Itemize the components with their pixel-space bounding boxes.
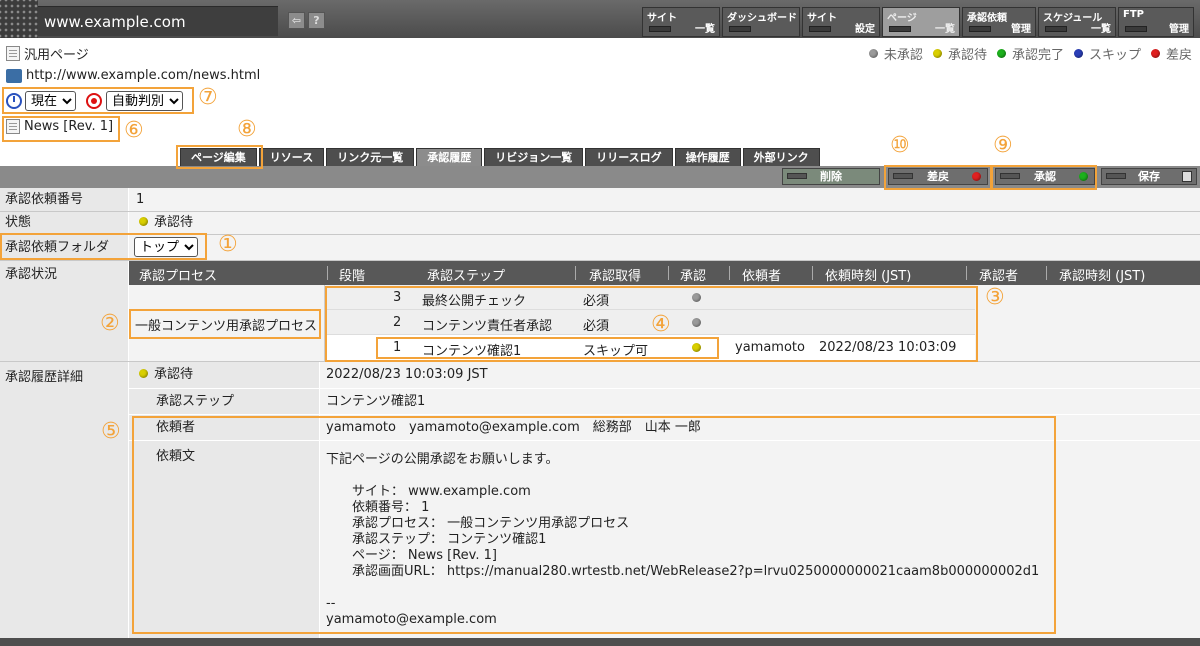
delete-button[interactable]: 削除 — [782, 168, 880, 185]
page-url-row: http://www.example.com/news.html — [6, 68, 260, 83]
tab-page-edit[interactable]: ページ編集 — [180, 148, 257, 166]
page-url[interactable]: http://www.example.com/news.html — [26, 68, 260, 83]
tab-revisions[interactable]: リビジョン一覧 — [484, 148, 584, 166]
site-title[interactable]: www.example.com — [38, 6, 278, 36]
status-legend: 未承認 承認待 承認完了 スキップ 差戻 — [859, 44, 1192, 63]
folder-value-cell: トップ — [129, 235, 1200, 260]
status-label: 状態 — [0, 212, 128, 234]
callout-number-4: ④ — [651, 312, 671, 337]
page-search-icon — [6, 119, 20, 134]
step-status-dot-icon — [692, 318, 701, 327]
clock-icon — [6, 93, 22, 109]
reject-dot-icon — [972, 172, 981, 181]
request-no-value: 1 — [129, 188, 1200, 211]
page-type-label: 汎用ページ — [24, 48, 89, 63]
status-dot-icon — [139, 369, 148, 378]
action-toolbar: 削除 差戻 承認 保存 — [0, 166, 1200, 188]
tab-release-log[interactable]: リリースログ — [585, 148, 673, 166]
step-row: 3 最終公開チェック 必須 — [325, 285, 975, 310]
reject-button[interactable]: 差戻 — [888, 168, 988, 185]
page-type: 汎用ページ — [6, 44, 89, 63]
callout-number-8: ⑧ — [237, 117, 257, 142]
step-row: 2 コンテンツ責任者承認 必須 — [325, 310, 975, 335]
request-message: 下記ページの公開承認をお願いします。 サイト： www.example.com … — [326, 452, 1040, 627]
callout-number-7: ⑦ — [198, 85, 218, 110]
tab-backlinks[interactable]: リンク元一覧 — [326, 148, 415, 166]
callout-number-1: ① — [218, 232, 238, 257]
callout-number-6: ⑥ — [124, 118, 144, 143]
status-dot-icon — [868, 49, 878, 58]
top-bar: www.example.com ⇦ ? サイト 一覧 ダッシュボード サイト 設定 … — [0, 0, 1200, 38]
step-status-dot-icon — [692, 293, 701, 302]
nav-dashboard[interactable]: ダッシュボード — [722, 7, 800, 37]
tab-external-links[interactable]: 外部リンク — [742, 148, 820, 166]
history-step-value: コンテンツ確認1 — [320, 389, 1200, 414]
back-icon[interactable]: ⇦ — [288, 12, 305, 29]
process-name-cell: 一般コンテンツ用承認プロセス — [129, 285, 325, 361]
callout-number-9: ⑨ — [993, 133, 1013, 158]
step-status-dot-icon — [692, 343, 701, 352]
status-dot-icon — [996, 49, 1006, 58]
view-options: 現在 自動判別 — [6, 91, 183, 111]
request-no-label: 承認依頼番号 — [0, 188, 128, 211]
history-step-label: 承認ステップ — [129, 389, 319, 414]
process-name: 一般コンテンツ用承認プロセス — [135, 319, 318, 334]
status-dot-icon — [139, 217, 148, 226]
callout-number-3: ③ — [985, 285, 1005, 310]
save-icon — [1182, 171, 1192, 182]
app-logo-icon[interactable] — [0, 0, 38, 38]
folder-select[interactable]: トップ — [134, 237, 198, 257]
legend-item: 承認完了 — [996, 44, 1064, 63]
time-select[interactable]: 現在 — [25, 91, 76, 111]
requester-label: 依頼者 — [129, 415, 319, 440]
judge-select[interactable]: 自動判別 — [106, 91, 183, 111]
history-label: 承認履歴詳細 — [0, 362, 128, 638]
save-button[interactable]: 保存 — [1101, 168, 1197, 185]
legend-item: 承認待 — [932, 44, 987, 63]
page-icon — [6, 46, 20, 61]
nav-ftp-admin[interactable]: FTP 管理 — [1118, 7, 1194, 37]
nav-site-list[interactable]: サイト 一覧 — [642, 7, 720, 37]
step-row: 1 コンテンツ確認1 スキップ可 yamamoto 2022/08/23 10:… — [325, 335, 975, 360]
target-icon — [86, 93, 102, 109]
help-icon[interactable]: ? — [308, 12, 325, 29]
nav-page-list[interactable]: ページ 一覧 — [882, 7, 960, 37]
link-icon — [6, 68, 22, 83]
approve-button[interactable]: 承認 — [995, 168, 1095, 185]
approve-dot-icon — [1079, 172, 1088, 181]
legend-item: 未承認 — [868, 44, 923, 63]
message-label: 依頼文 — [129, 441, 319, 638]
status-dot-icon — [932, 49, 942, 58]
tab-approval-history[interactable]: 承認履歴 — [416, 148, 483, 166]
status-value-cell: 承認待 — [129, 212, 1200, 234]
tab-operation-history[interactable]: 操作履歴 — [674, 148, 741, 166]
legend-item: 差戻 — [1150, 44, 1192, 63]
page-tabs: ページ編集 リソース リンク元一覧 承認履歴 リビジョン一覧 リリースログ 操作… — [180, 148, 820, 166]
nav-site-settings[interactable]: サイト 設定 — [802, 7, 880, 37]
callout-number-2: ② — [100, 311, 120, 336]
nav-schedule-list[interactable]: スケジュール 一覧 — [1038, 7, 1116, 37]
status-value: 承認待 — [154, 215, 194, 230]
history-status-time: 2022/08/23 10:03:09 JST — [320, 362, 1200, 388]
history-status-label: 承認待 — [129, 362, 319, 388]
nav-approval-requests[interactable]: 承認依頼 管理 — [962, 7, 1036, 37]
page-name[interactable]: News [Rev. 1] — [24, 119, 113, 134]
legend-item: スキップ — [1073, 44, 1141, 63]
callout-number-5: ⑤ — [101, 419, 121, 444]
callout-number-10: ⑩ — [890, 133, 910, 158]
page-name-row: News [Rev. 1] — [6, 119, 113, 134]
footer-bar — [0, 638, 1200, 646]
folder-label: 承認依頼フォルダ — [0, 235, 128, 260]
tab-resources[interactable]: リソース — [258, 148, 325, 166]
status-dot-icon — [1150, 49, 1160, 58]
status-dot-icon — [1073, 49, 1083, 58]
requester-value: yamamoto yamamoto@example.com 総務部 山本 一郎 — [320, 415, 1200, 440]
global-nav: サイト 一覧 ダッシュボード サイト 設定 ページ 一覧 承認依頼 管理 スケジュール一… — [642, 7, 1200, 37]
process-table-header: 承認プロセス 段階 承認ステップ 承認取得 承認 依頼者 依頼時刻 (JST) … — [129, 261, 1200, 285]
